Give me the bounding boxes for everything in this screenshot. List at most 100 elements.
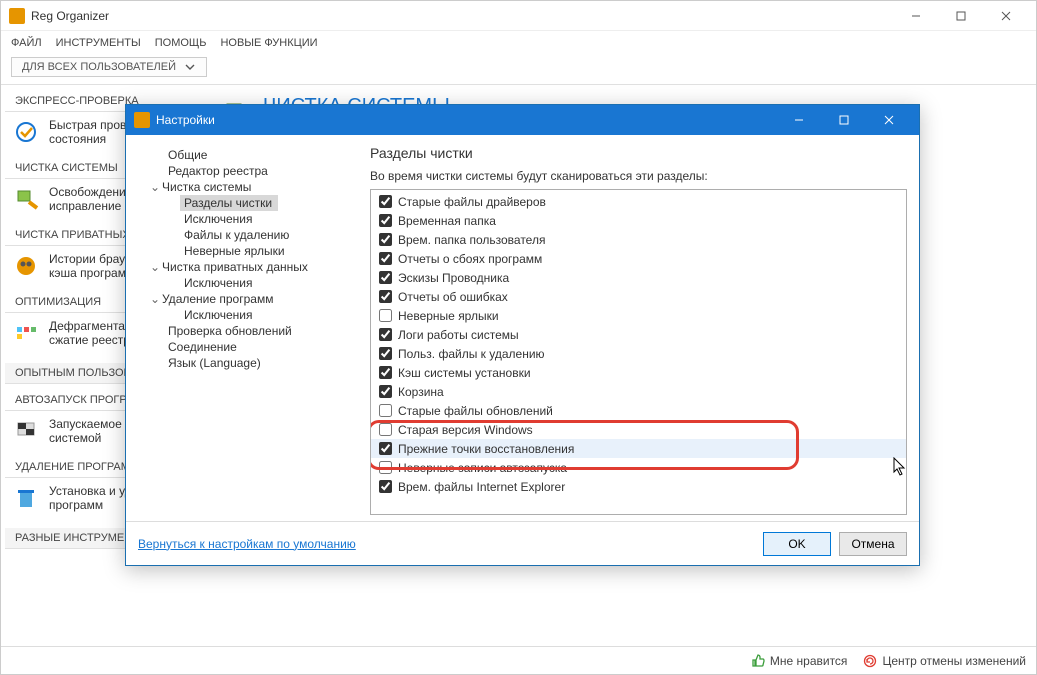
chevron-down-icon: [184, 63, 196, 71]
check-box[interactable]: [379, 328, 392, 341]
dialog-minimize-button[interactable]: [776, 106, 821, 134]
tree-general[interactable]: Общие: [138, 147, 360, 163]
check-row[interactable]: Неверные ярлыки: [371, 306, 906, 325]
settings-tree: Общие Редактор реестра ⌄Чистка системы Р…: [138, 145, 360, 515]
check-box[interactable]: [379, 271, 392, 284]
check-box[interactable]: [379, 233, 392, 246]
sections-checklist: Старые файлы драйверов Временная папка Вре…: [370, 189, 907, 515]
dialog-close-button[interactable]: [866, 106, 911, 134]
check-row[interactable]: Кэш системы установки: [371, 363, 906, 382]
app-icon: [9, 8, 25, 24]
check-box[interactable]: [379, 461, 392, 474]
flag-icon: [13, 419, 41, 443]
check-label: Старая версия Windows: [398, 423, 533, 437]
user-scope-label: ДЛЯ ВСЕХ ПОЛЬЗОВАТЕЛЕЙ: [22, 61, 176, 73]
check-label: Корзина: [398, 385, 444, 399]
menu-help[interactable]: ПОМОЩЬ: [155, 37, 207, 49]
tree-language[interactable]: Язык (Language): [138, 355, 360, 371]
pane-description: Во время чистки системы будут сканироват…: [370, 169, 907, 183]
check-label: Эскизы Проводника: [398, 271, 509, 285]
check-icon: [13, 120, 41, 144]
tree-regeditor[interactable]: Редактор реестра: [138, 163, 360, 179]
check-row[interactable]: Врем. файлы Internet Explorer: [371, 477, 906, 496]
defrag-icon: [13, 321, 41, 345]
check-box[interactable]: [379, 290, 392, 303]
dialog-icon: [134, 112, 150, 128]
check-box[interactable]: [379, 252, 392, 265]
check-label: Отчеты о сбоях программ: [398, 252, 542, 266]
undo-center-button[interactable]: Центр отмены изменений: [863, 654, 1026, 668]
user-scope-selector[interactable]: ДЛЯ ВСЕХ ПОЛЬЗОВАТЕЛЕЙ: [11, 57, 207, 77]
check-box[interactable]: [379, 366, 392, 379]
minimize-button[interactable]: [893, 2, 938, 30]
check-label: Старые файлы обновлений: [398, 404, 553, 418]
check-label: Временная папка: [398, 214, 496, 228]
tree-updatecheck[interactable]: Проверка обновлений: [138, 323, 360, 339]
tree-sysclean[interactable]: ⌄Чистка системы: [138, 179, 360, 195]
check-label: Старые файлы драйверов: [398, 195, 546, 209]
check-label: Отчеты об ошибках: [398, 290, 508, 304]
close-button[interactable]: [983, 2, 1028, 30]
check-row[interactable]: Старая версия Windows: [371, 420, 906, 439]
check-box[interactable]: [379, 309, 392, 322]
check-label: Логи работы системы: [398, 328, 519, 342]
check-label: Неверные ярлыки: [398, 309, 499, 323]
tree-uninstall[interactable]: ⌄Удаление программ: [138, 291, 360, 307]
check-label: Польз. файлы к удалению: [398, 347, 545, 361]
thumbs-up-icon: [751, 654, 765, 668]
menu-new[interactable]: НОВЫЕ ФУНКЦИИ: [220, 37, 317, 49]
main-titlebar: Reg Organizer: [1, 1, 1036, 31]
check-box[interactable]: [379, 423, 392, 436]
check-row[interactable]: Отчеты о сбоях программ: [371, 249, 906, 268]
undo-icon: [863, 654, 877, 668]
check-box[interactable]: [379, 195, 392, 208]
check-row[interactable]: Корзина: [371, 382, 906, 401]
check-box[interactable]: [379, 442, 392, 455]
tree-uninstexcl[interactable]: Исключения: [138, 307, 360, 323]
ok-button[interactable]: OK: [763, 532, 831, 556]
check-label: Прежние точки восстановления: [398, 442, 574, 456]
check-label: Врем. файлы Internet Explorer: [398, 480, 565, 494]
menu-file[interactable]: ФАЙЛ: [11, 37, 42, 49]
check-box[interactable]: [379, 214, 392, 227]
tree-privclean[interactable]: ⌄Чистка приватных данных: [138, 259, 360, 275]
check-label: Врем. папка пользователя: [398, 233, 545, 247]
tree-filesdel[interactable]: Файлы к удалению: [138, 227, 360, 243]
cancel-button[interactable]: Отмена: [839, 532, 907, 556]
check-row[interactable]: Старые файлы обновлений: [371, 401, 906, 420]
tree-badshortcuts[interactable]: Неверные ярлыки: [138, 243, 360, 259]
check-label: Кэш системы установки: [398, 366, 531, 380]
tree-sections[interactable]: Разделы чистки: [180, 195, 278, 211]
check-row[interactable]: Врем. папка пользователя: [371, 230, 906, 249]
privacy-icon: [13, 254, 41, 278]
check-row[interactable]: Временная папка: [371, 211, 906, 230]
like-button[interactable]: Мне нравится: [751, 654, 848, 668]
reset-link[interactable]: Вернуться к настройкам по умолчанию: [138, 537, 356, 551]
tree-exclusions1[interactable]: Исключения: [138, 211, 360, 227]
dialog-title: Настройки: [156, 113, 776, 127]
check-label: Неверные записи автозапуска: [398, 461, 567, 475]
app-title: Reg Organizer: [31, 9, 893, 23]
dialog-maximize-button[interactable]: [821, 106, 866, 134]
check-box[interactable]: [379, 347, 392, 360]
tree-privexcl[interactable]: Исключения: [138, 275, 360, 291]
menu-tools[interactable]: ИНСТРУМЕНТЫ: [56, 37, 141, 49]
check-row[interactable]: Старые файлы драйверов: [371, 192, 906, 211]
check-row[interactable]: Польз. файлы к удалению: [371, 344, 906, 363]
check-box[interactable]: [379, 480, 392, 493]
check-row[interactable]: Прежние точки восстановления: [371, 439, 906, 458]
check-box[interactable]: [379, 385, 392, 398]
check-row[interactable]: Эскизы Проводника: [371, 268, 906, 287]
check-row[interactable]: Неверные записи автозапуска: [371, 458, 906, 477]
tree-connection[interactable]: Соединение: [138, 339, 360, 355]
trash-icon: [13, 486, 41, 510]
maximize-button[interactable]: [938, 2, 983, 30]
settings-dialog: Настройки Общие Редактор реестра ⌄Чистка…: [125, 104, 920, 566]
check-row[interactable]: Логи работы системы: [371, 325, 906, 344]
pane-title: Разделы чистки: [370, 145, 907, 161]
menubar: ФАЙЛ ИНСТРУМЕНТЫ ПОМОЩЬ НОВЫЕ ФУНКЦИИ: [1, 31, 1036, 55]
dialog-titlebar: Настройки: [126, 105, 919, 135]
check-box[interactable]: [379, 404, 392, 417]
check-row[interactable]: Отчеты об ошибках: [371, 287, 906, 306]
broom-icon: [13, 187, 41, 211]
